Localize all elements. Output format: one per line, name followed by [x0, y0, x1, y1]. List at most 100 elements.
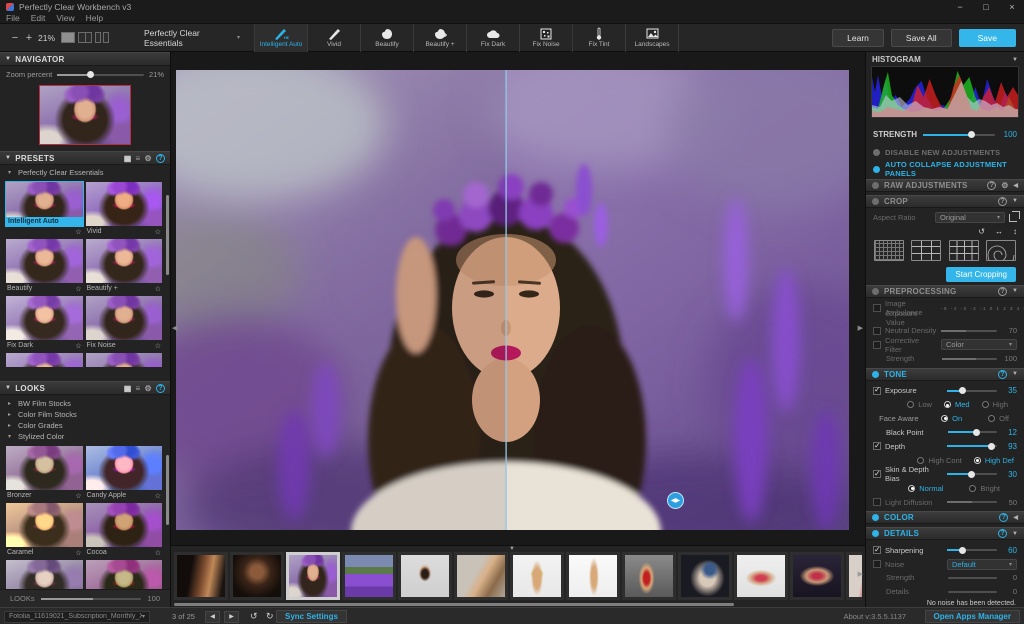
side-by-side-view-button[interactable]	[95, 32, 109, 43]
exposure-low-radio[interactable]	[907, 401, 914, 408]
grid-view-icon[interactable]: ▦	[124, 384, 132, 393]
preset-button-intelligent-auto[interactable]: HD Intelligent Auto	[255, 24, 308, 52]
previous-image-button[interactable]: ◀	[205, 611, 220, 623]
list-view-icon[interactable]: ≡	[136, 154, 141, 163]
star-icon[interactable]: ☆	[155, 285, 161, 293]
look-thumb-bronzer[interactable]: Bronzer☆	[6, 446, 83, 501]
split-divider-handle[interactable]: ◀▶	[667, 492, 684, 509]
menu-view[interactable]: View	[56, 13, 74, 23]
caret-down-icon[interactable]: ▼	[1012, 371, 1018, 377]
presets-scrollbar[interactable]	[166, 195, 169, 275]
preset-button-fix-tint[interactable]: Fix Tint	[573, 24, 626, 52]
details-header[interactable]: DETAILS ? ▼	[866, 527, 1024, 540]
zoom-out-button[interactable]: −	[8, 32, 22, 44]
collapse-right-panel-icon[interactable]: ▶	[858, 324, 863, 332]
save-button[interactable]: Save	[959, 29, 1016, 47]
star-icon[interactable]: ☆	[75, 285, 81, 293]
look-thumb-cocoa[interactable]: Cocoa☆	[86, 503, 163, 558]
preset-thumb[interactable]	[86, 353, 163, 367]
preset-group-row[interactable]: ▾ Perfectly Clear Essentials	[8, 167, 170, 178]
photo-canvas[interactable]	[176, 70, 849, 530]
learn-button[interactable]: Learn	[832, 29, 884, 47]
grid-view-icon[interactable]: ▦	[124, 154, 132, 163]
menu-help[interactable]: Help	[86, 13, 103, 23]
filmstrip-thumb[interactable]	[230, 552, 284, 600]
look-thumb-candy-apple[interactable]: Candy Apple☆	[86, 446, 163, 501]
exposure-slider[interactable]	[947, 390, 997, 392]
looks-tree-color-film[interactable]: ▸ Color Film Stocks	[8, 409, 170, 420]
noise-details-slider[interactable]	[948, 591, 997, 593]
depth-checkbox[interactable]	[873, 442, 881, 450]
filmstrip-scrollbar[interactable]	[174, 603, 734, 606]
crop-grid-quarters-button[interactable]	[949, 240, 979, 261]
help-icon[interactable]: ?	[156, 154, 165, 163]
crop-tool-icon[interactable]	[1009, 214, 1017, 222]
undo-icon[interactable]: ↺	[250, 611, 258, 622]
star-icon[interactable]: ☆	[75, 342, 81, 350]
look-thumb[interactable]	[6, 560, 83, 589]
sharpening-checkbox[interactable]	[873, 546, 881, 554]
light-diffusion-checkbox[interactable]	[873, 498, 881, 506]
preset-thumb-fix-dark[interactable]: Fix Dark☆	[6, 296, 83, 351]
star-icon[interactable]: ☆	[155, 549, 161, 557]
about-version[interactable]: About v:3.5.5.1137	[844, 612, 906, 621]
help-icon[interactable]: ?	[999, 513, 1008, 522]
gear-icon[interactable]: ⚙	[145, 154, 152, 163]
list-view-icon[interactable]: ≡	[136, 384, 141, 393]
filmstrip-thumb[interactable]	[174, 552, 228, 600]
filmstrip-thumb[interactable]	[678, 552, 732, 600]
tone-header[interactable]: TONE ? ▼	[866, 368, 1024, 381]
gear-icon[interactable]: ⚙	[145, 384, 152, 393]
filmstrip-thumb[interactable]	[622, 552, 676, 600]
disable-new-adjustments-toggle[interactable]: DISABLE NEW ADJUSTMENTS	[866, 146, 1024, 159]
help-icon[interactable]: ?	[998, 370, 1007, 379]
filmstrip-next-icon[interactable]: ▶	[858, 570, 863, 578]
looks-tree-bw-film[interactable]: ▸ BW Film Stocks	[8, 398, 170, 409]
rotate-icon[interactable]: ↺	[978, 227, 985, 236]
redo-icon[interactable]: ↻	[266, 611, 274, 622]
depth-high-def-radio[interactable]	[974, 457, 981, 464]
depth-high-cont-radio[interactable]	[917, 457, 924, 464]
filmstrip-thumb[interactable]	[566, 552, 620, 600]
preprocessing-strength-slider[interactable]	[942, 358, 997, 360]
single-view-button[interactable]	[61, 32, 75, 43]
skin-depth-bias-checkbox[interactable]	[873, 470, 881, 478]
navigator-header[interactable]: ▼ NAVIGATOR	[0, 52, 170, 66]
raw-adjustments-header[interactable]: RAW ADJUSTMENTS ? ⚙ ◀	[866, 179, 1024, 192]
preset-group-dropdown[interactable]: Perfectly Clear Essentials ▾	[140, 28, 244, 48]
look-thumb[interactable]	[86, 560, 163, 589]
bias-bright-radio[interactable]	[969, 485, 976, 492]
face-aware-off-radio[interactable]	[988, 415, 995, 422]
crop-grid-thirds-button[interactable]	[911, 240, 941, 261]
bias-normal-radio[interactable]	[908, 485, 915, 492]
preset-thumb-intelligent-auto[interactable]: Intelligent Auto ☆	[6, 182, 83, 237]
preset-thumb-beautify[interactable]: Beautify☆	[6, 239, 83, 294]
strength-slider[interactable]	[923, 134, 995, 136]
exposure-checkbox[interactable]	[873, 387, 881, 395]
collapse-left-panel-icon[interactable]: ◀	[172, 324, 177, 332]
black-point-slider[interactable]	[948, 431, 997, 433]
caret-down-icon[interactable]: ▼	[1012, 198, 1018, 204]
skin-depth-bias-slider[interactable]	[947, 473, 997, 475]
help-icon[interactable]: ?	[987, 181, 996, 190]
collapse-left-icon[interactable]: ◀	[1013, 182, 1018, 189]
filename-dropdown[interactable]: Fotolia_11619021_Subscription_Monthly_XX…	[4, 611, 150, 623]
light-diffusion-slider[interactable]	[947, 501, 997, 503]
crop-grid-spiral-button[interactable]	[986, 240, 1016, 261]
navigator-zoom-slider[interactable]	[57, 74, 144, 76]
star-icon[interactable]: ☆	[75, 492, 81, 500]
star-icon[interactable]: ☆	[155, 228, 161, 236]
face-aware-on-radio[interactable]	[941, 415, 948, 422]
auto-collapse-panels-toggle[interactable]: AUTO COLLAPSE ADJUSTMENT PANELS	[866, 163, 1024, 176]
save-all-button[interactable]: Save All	[891, 29, 952, 47]
menu-edit[interactable]: Edit	[31, 13, 46, 23]
help-icon[interactable]: ?	[998, 287, 1007, 296]
sharpening-slider[interactable]	[947, 549, 997, 551]
split-view-button[interactable]	[78, 32, 92, 43]
filmstrip-thumb[interactable]	[398, 552, 452, 600]
noise-checkbox[interactable]	[873, 560, 881, 568]
caret-down-icon[interactable]: ▼	[1012, 288, 1018, 294]
maximize-button[interactable]: □	[980, 2, 992, 12]
preset-button-fix-noise[interactable]: Fix Noise	[520, 24, 573, 52]
menu-file[interactable]: File	[6, 13, 20, 23]
